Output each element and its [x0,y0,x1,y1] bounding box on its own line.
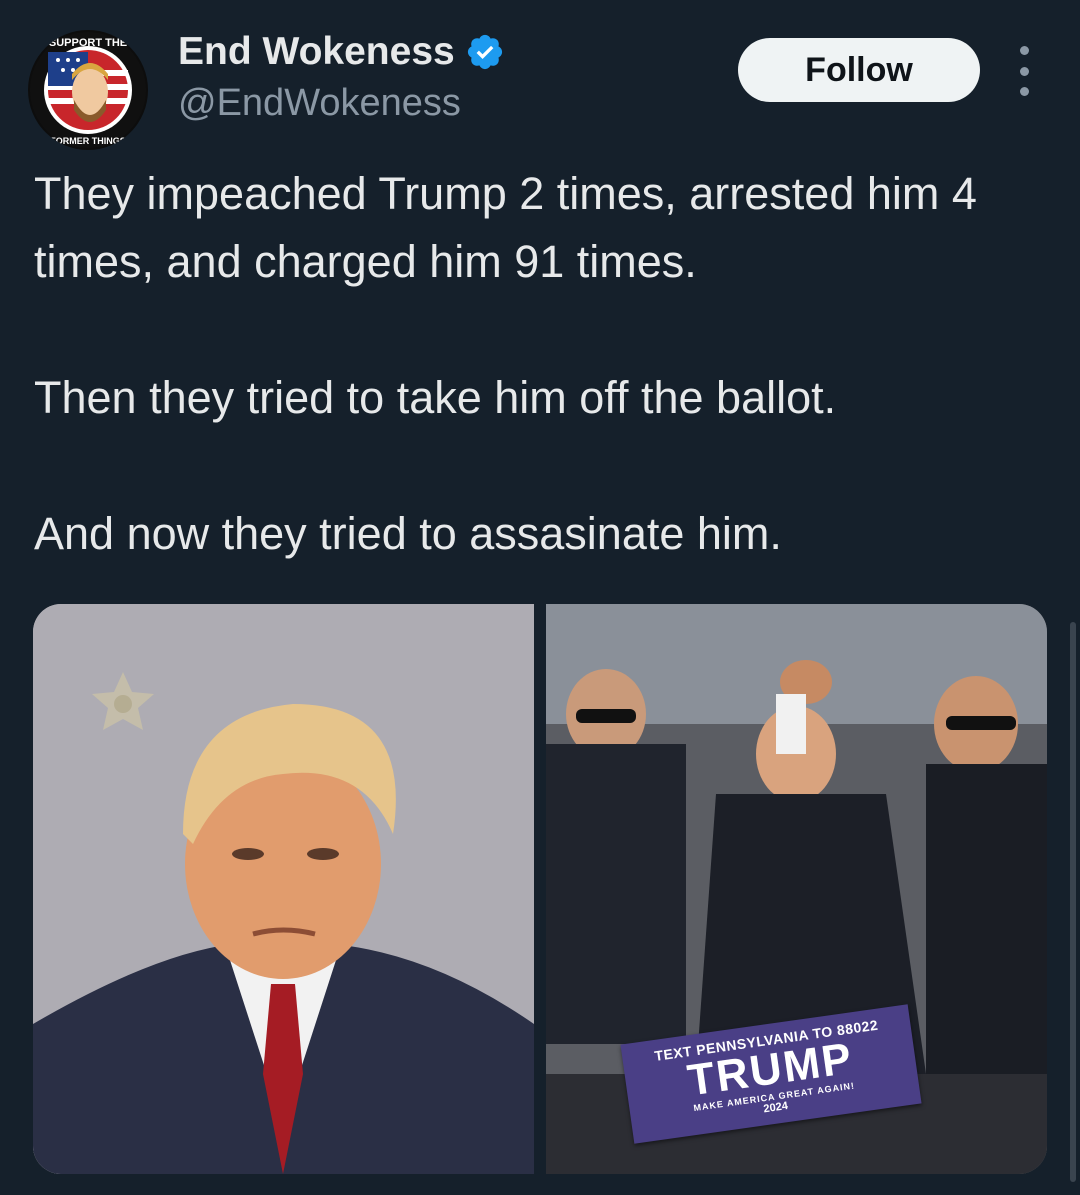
scrollbar[interactable] [1070,622,1076,1182]
svg-text:FORMER THINGS: FORMER THINGS [50,136,126,146]
tweet-paragraph: And now they tried to assasinate him. [34,508,782,559]
rally-photo[interactable]: TEXT PENNSYLVANIA TO 88022 TRUMP MAKE AM… [546,604,1047,1174]
display-name[interactable]: End Wokeness [178,30,505,74]
mugshot-photo[interactable] [33,604,534,1174]
media-grid: TEXT PENNSYLVANIA TO 88022 TRUMP MAKE AM… [33,604,1047,1174]
avatar-logo-icon: SUPPORT THE FORMER THINGS [30,32,146,148]
avatar[interactable]: SUPPORT THE FORMER THINGS [28,30,148,150]
more-vertical-icon[interactable] [1010,46,1038,96]
follow-button[interactable]: Follow [738,38,980,102]
user-handle[interactable]: @EndWokeness [178,82,461,125]
svg-text:SUPPORT THE: SUPPORT THE [49,37,127,49]
display-name-text: End Wokeness [178,30,455,73]
tweet-text: They impeached Trump 2 times, arrested h… [34,160,1044,568]
verified-badge-icon [465,32,505,72]
tweet-paragraph: They impeached Trump 2 times, arrested h… [34,168,977,287]
tweet-paragraph: Then they tried to take him off the ball… [34,372,837,423]
